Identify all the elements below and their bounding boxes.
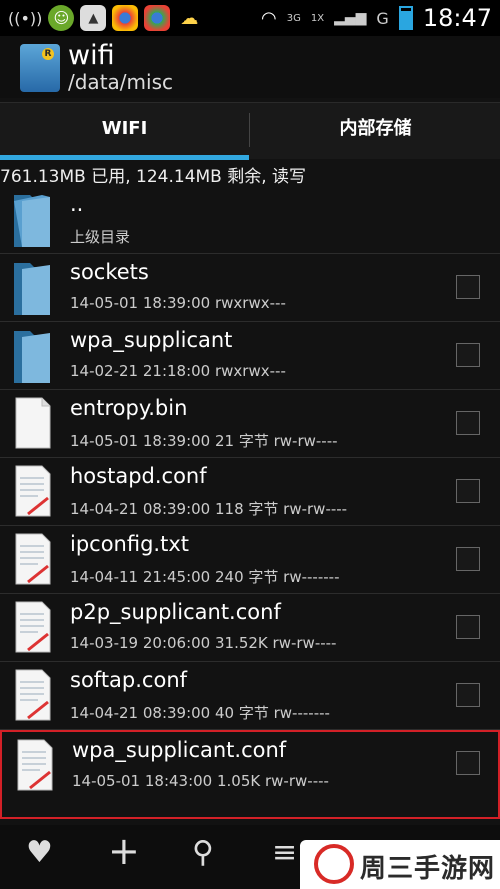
- network-g-label: G: [376, 8, 389, 28]
- select-checkbox[interactable]: [456, 343, 480, 367]
- file-meta: 14-05-01 18:39:00 21 字节 rw-rw----: [70, 432, 338, 450]
- list-item-parent-directory[interactable]: .. 上级目录: [0, 186, 500, 254]
- folder-title: wifi: [68, 40, 115, 71]
- active-tab-indicator: [0, 155, 249, 160]
- select-checkbox[interactable]: [456, 275, 480, 299]
- binary-file-icon: [15, 397, 51, 449]
- app-title-bar: R wifi /data/misc: [0, 36, 500, 98]
- chrome-icon: [112, 5, 139, 31]
- select-checkbox[interactable]: [456, 615, 480, 639]
- file-name: sockets: [70, 260, 149, 284]
- list-item-p2p-supplicant-conf[interactable]: p2p_supplicant.conf 14-03-19 20:06:00 31…: [0, 594, 500, 662]
- battery-icon: [398, 6, 413, 30]
- wireless-signal-icon: ((•)): [8, 8, 43, 28]
- list-item-hostapd-conf[interactable]: hostapd.conf 14-04-21 08:39:00 118 字节 rw…: [0, 458, 500, 526]
- file-name: ipconfig.txt: [70, 532, 189, 556]
- gallery-icon: ▲: [80, 5, 107, 31]
- list-item-entropy-bin[interactable]: entropy.bin 14-05-01 18:39:00 21 字节 rw-r…: [0, 390, 500, 458]
- folder-icon: [14, 195, 50, 247]
- file-list: .. 上级目录 sockets 14-05-01 18:39:00 rwxrwx…: [0, 186, 500, 819]
- list-item-softap-conf[interactable]: softap.conf 14-04-21 08:39:00 40 字节 rw--…: [0, 662, 500, 730]
- watermark-logo: 周三手游网: [300, 840, 500, 889]
- heart-icon[interactable]: ♥: [26, 835, 53, 870]
- file-name: hostapd.conf: [70, 464, 207, 488]
- network-1x-label: 1X: [310, 12, 325, 24]
- text-file-icon: [15, 465, 51, 517]
- file-name: softap.conf: [70, 668, 188, 692]
- watermark-logo-icon: [314, 844, 354, 884]
- add-icon[interactable]: +: [108, 829, 140, 873]
- app-notification-icon: ☺: [48, 5, 75, 31]
- file-name: wpa_supplicant.conf: [72, 738, 287, 762]
- menu-icon[interactable]: ≡: [272, 835, 297, 870]
- folder-icon: [14, 331, 50, 383]
- tab-internal-storage[interactable]: 内部存储: [251, 103, 500, 155]
- file-name: ..: [70, 192, 84, 216]
- chrome-icon-2: [144, 5, 171, 31]
- file-meta: 14-04-21 08:39:00 40 字节 rw-------: [70, 704, 330, 722]
- text-file-icon: [15, 601, 51, 653]
- file-meta: 14-04-21 08:39:00 118 字节 rw-rw----: [70, 500, 348, 518]
- select-checkbox[interactable]: [456, 547, 480, 571]
- search-icon[interactable]: ⚲: [192, 835, 214, 870]
- list-item-ipconfig-txt[interactable]: ipconfig.txt 14-04-11 21:45:00 240 字节 rw…: [0, 526, 500, 594]
- notification-icons: ((•)) ☺ ▲ ☁: [8, 5, 202, 31]
- text-file-icon: [17, 739, 53, 791]
- root-badge-icon: R: [42, 48, 54, 60]
- select-checkbox[interactable]: [456, 479, 480, 503]
- file-name: wpa_supplicant: [70, 328, 233, 352]
- file-meta: 14-05-01 18:39:00 rwxrwx---: [70, 294, 286, 312]
- tab-divider: [249, 113, 250, 147]
- list-item-wpa-supplicant-folder[interactable]: wpa_supplicant 14-02-21 21:18:00 rwxrwx-…: [0, 322, 500, 390]
- text-file-icon: [15, 533, 51, 585]
- signal-icon: ▂▄▆: [334, 10, 367, 26]
- app-icon[interactable]: R: [20, 44, 60, 92]
- select-checkbox[interactable]: [456, 751, 480, 775]
- status-indicators: ◠ 3G 1X ▂▄▆ G 18:47: [261, 4, 492, 32]
- weather-icon: ☁: [180, 7, 199, 29]
- select-checkbox[interactable]: [456, 683, 480, 707]
- folder-icon: [14, 263, 50, 315]
- tab-bar: WIFI 内部存储: [0, 102, 500, 160]
- storage-info: 761.13MB 已用, 124.14MB 剩余, 读写: [0, 167, 307, 187]
- watermark-text: 周三手游网: [360, 854, 496, 884]
- file-name: entropy.bin: [70, 396, 188, 420]
- status-time: 18:47: [422, 4, 492, 32]
- file-meta: 14-03-19 20:06:00 31.52K rw-rw----: [70, 634, 337, 652]
- tab-wifi[interactable]: WIFI: [0, 103, 249, 155]
- file-meta: 14-04-11 21:45:00 240 字节 rw-------: [70, 568, 340, 586]
- file-meta: 14-02-21 21:18:00 rwxrwx---: [70, 362, 286, 380]
- folder-path: /data/misc: [68, 70, 173, 94]
- wifi-icon: ◠: [261, 7, 277, 29]
- text-file-icon: [15, 669, 51, 721]
- file-meta: 14-05-01 18:43:00 1.05K rw-rw----: [72, 772, 329, 790]
- list-item-sockets[interactable]: sockets 14-05-01 18:39:00 rwxrwx---: [0, 254, 500, 322]
- select-checkbox[interactable]: [456, 411, 480, 435]
- file-meta: 上级目录: [70, 228, 131, 246]
- file-name: p2p_supplicant.conf: [70, 600, 281, 624]
- list-item-wpa-supplicant-conf[interactable]: wpa_supplicant.conf 14-05-01 18:43:00 1.…: [0, 730, 500, 819]
- status-bar: ((•)) ☺ ▲ ☁ ◠ 3G 1X ▂▄▆ G 18:47: [0, 0, 500, 36]
- network-3g-label: 3G: [286, 12, 301, 24]
